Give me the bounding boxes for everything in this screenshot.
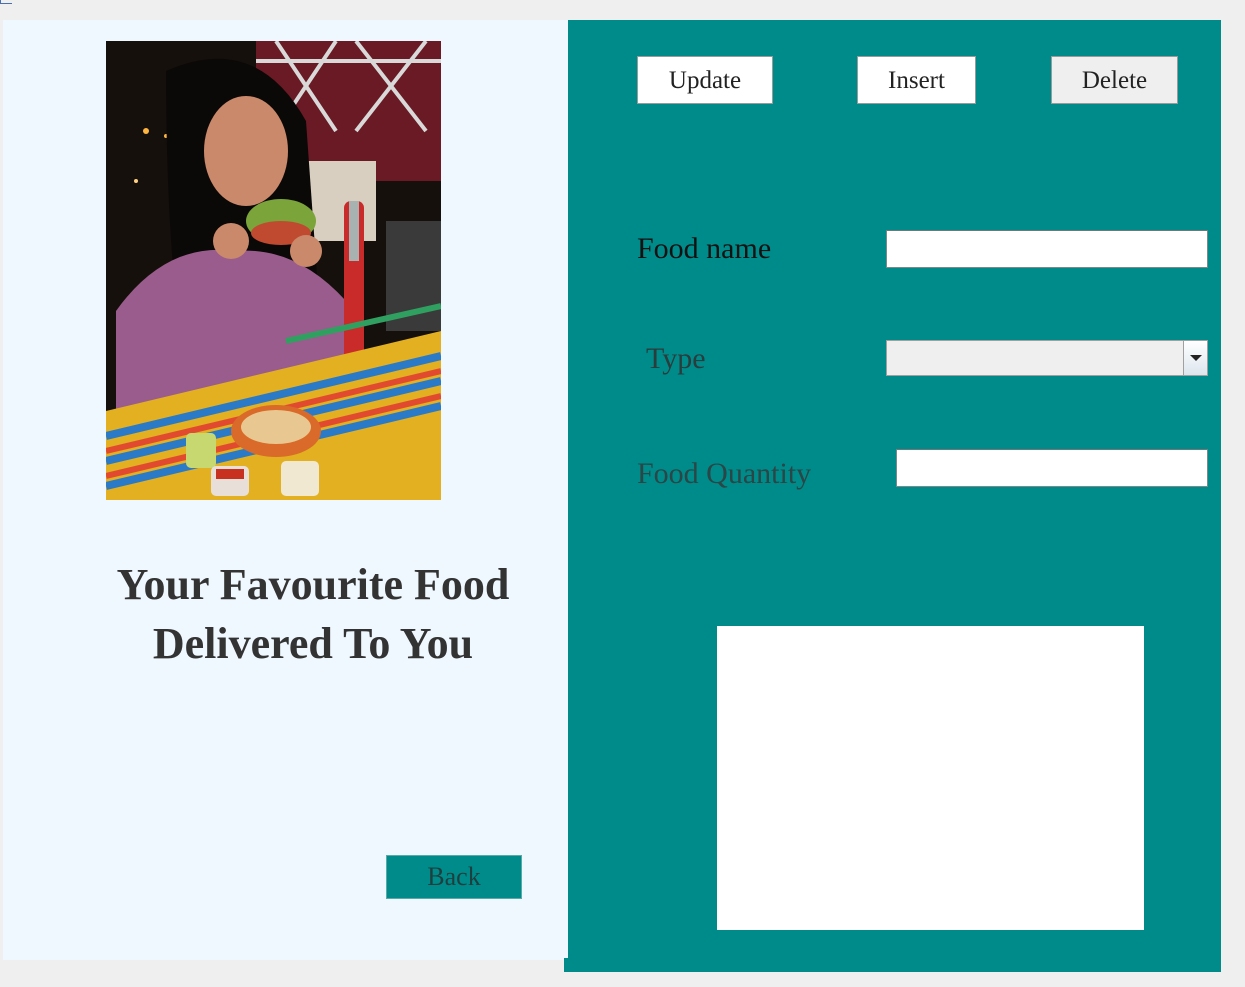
tagline-line-2: Delivered To You [152, 619, 474, 668]
tagline-line-1: Your Favourite Food [116, 560, 510, 609]
back-button[interactable]: Back [386, 855, 522, 899]
window-corner-marker [0, 0, 12, 4]
delete-button[interactable]: Delete [1051, 56, 1178, 104]
food-data-table-area[interactable] [717, 626, 1144, 930]
right-panel: Update Insert Delete Food name Type Food… [568, 20, 1221, 960]
left-panel: Your Favourite Food Delivered To You Bac… [3, 20, 568, 960]
chevron-down-icon[interactable] [1183, 341, 1207, 375]
food-quantity-input[interactable] [896, 449, 1208, 487]
food-name-input[interactable] [886, 230, 1208, 268]
update-button[interactable]: Update [637, 56, 773, 104]
food-hero-image [106, 41, 441, 500]
tagline: Your Favourite Food Delivered To You [3, 555, 623, 673]
food-name-label: Food name [637, 232, 772, 265]
right-panel-base [564, 958, 1221, 972]
insert-button[interactable]: Insert [857, 56, 976, 104]
food-quantity-label: Food Quantity [637, 457, 812, 490]
type-label: Type [646, 342, 706, 375]
type-dropdown[interactable] [886, 340, 1208, 376]
food-photo-illustration [106, 41, 441, 500]
